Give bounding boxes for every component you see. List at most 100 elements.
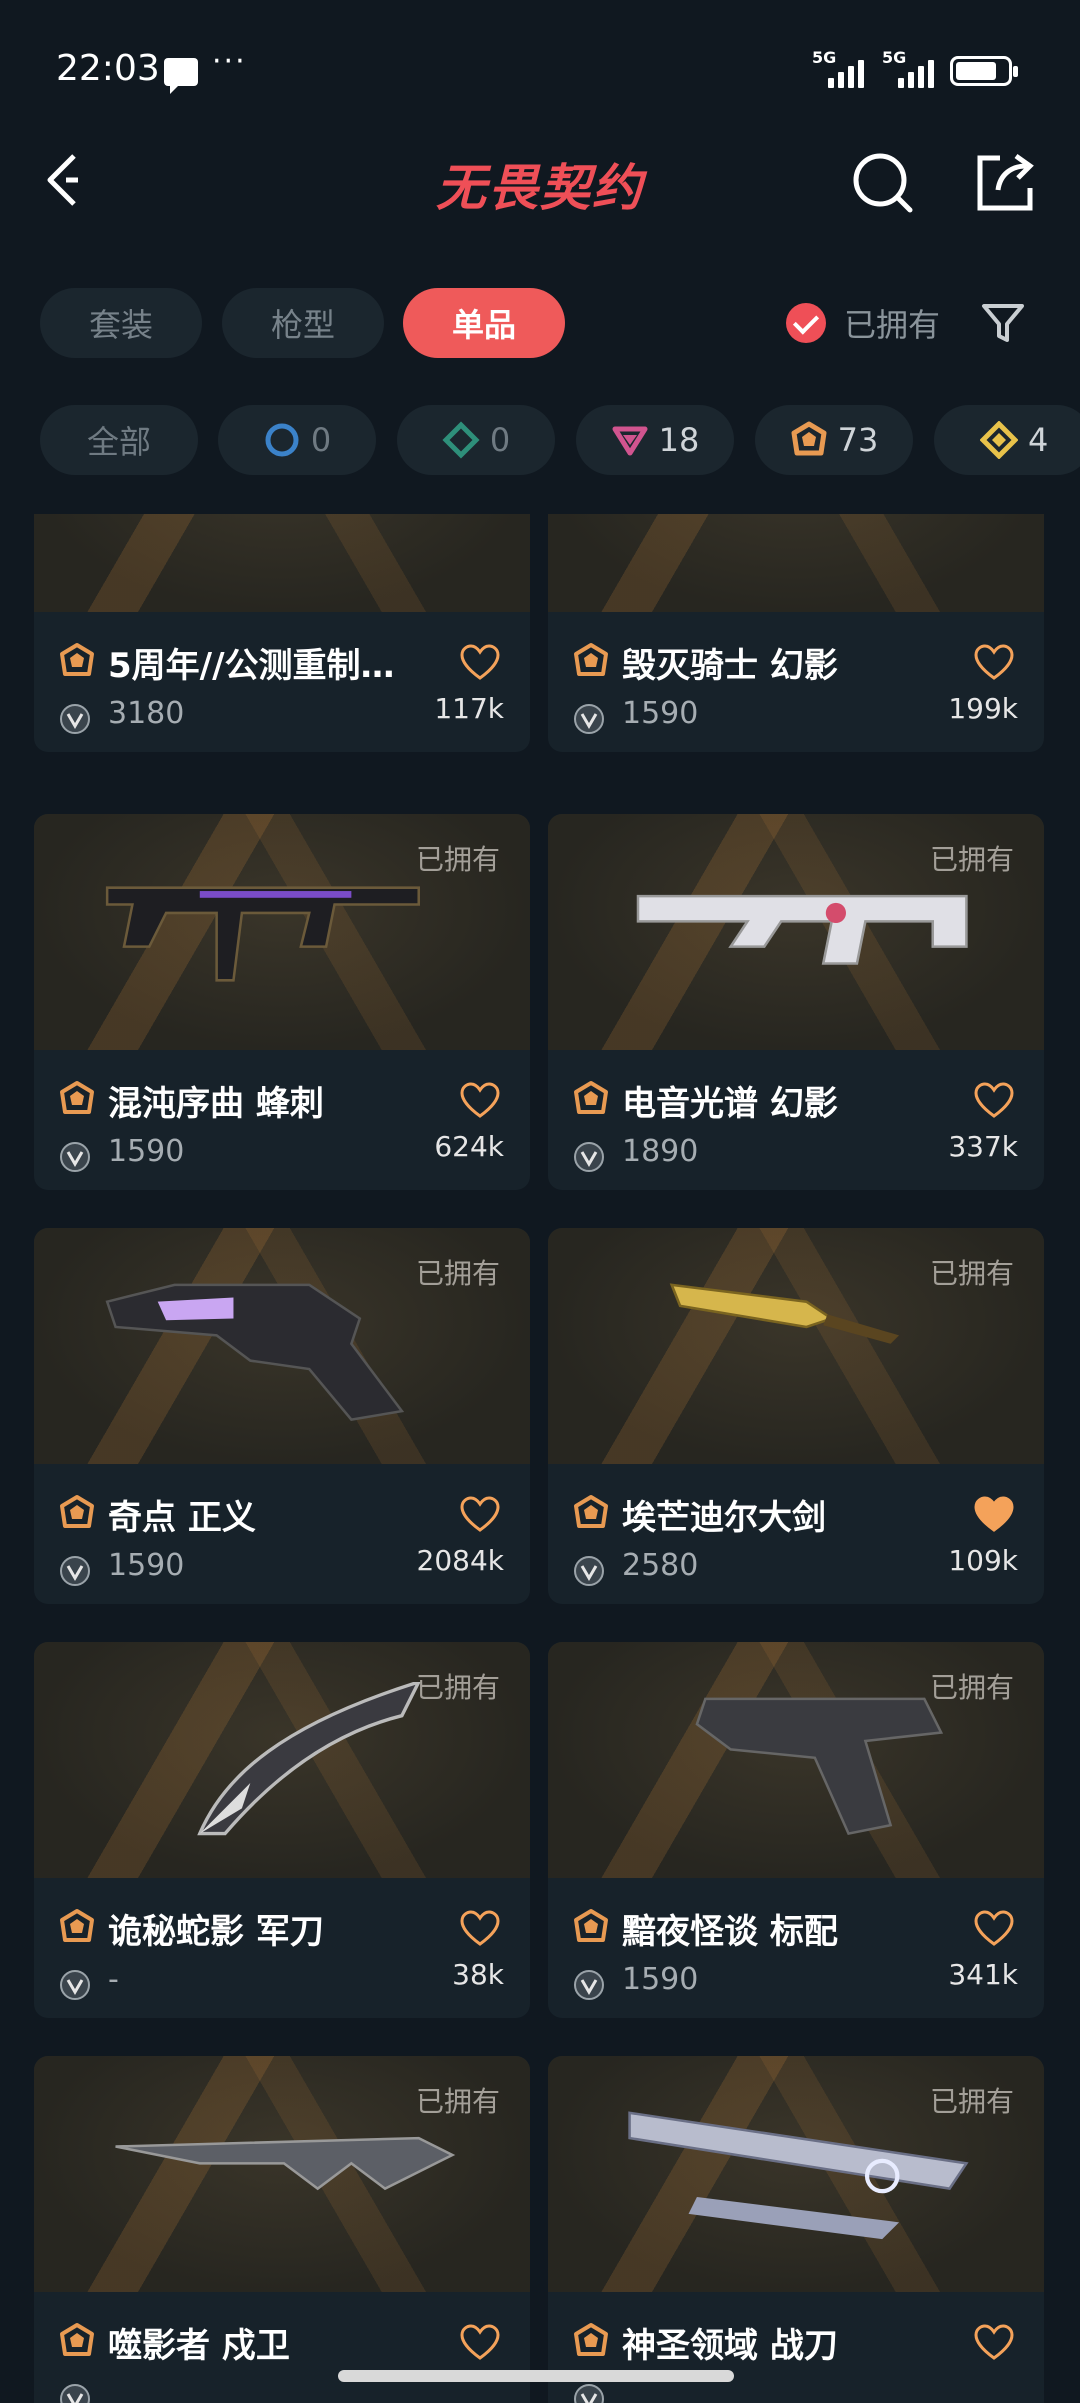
tier-exclusive-icon	[574, 2323, 608, 2356]
vp-currency-icon	[60, 1142, 90, 1172]
tier-exclusive-icon	[60, 1081, 94, 1114]
item-price: 1890	[622, 1134, 699, 1169]
tier-chip-exclusive[interactable]: 73	[755, 405, 913, 475]
item-card[interactable]: 已拥有 混沌序曲 蜂刺 1590 624k	[34, 814, 530, 1190]
heart-icon[interactable]	[460, 644, 500, 680]
item-card[interactable]: 已拥有 电音光谱 幻影 1890 337k	[548, 814, 1044, 1190]
heart-icon[interactable]	[974, 1082, 1014, 1118]
item-price: 1590	[622, 696, 699, 731]
tier-ultra-icon	[980, 421, 1018, 459]
tier-exclusive-icon	[574, 1081, 608, 1114]
item-card[interactable]: 已拥有 奇点 正义 1590 2084k	[34, 1228, 530, 1604]
like-count: 38k	[452, 1958, 504, 1991]
heart-icon[interactable]	[974, 644, 1014, 680]
item-image	[548, 514, 1044, 612]
tier-chip-all[interactable]: 全部	[40, 405, 198, 475]
checkmark-icon	[786, 303, 826, 343]
heart-icon[interactable]	[460, 1082, 500, 1118]
share-icon[interactable]	[972, 150, 1038, 216]
item-name: 埃芒迪尔大剑	[622, 1498, 826, 1538]
item-name: 黯夜怪谈 标配	[622, 1912, 838, 1952]
tier-chip-premium[interactable]: 18	[576, 405, 734, 475]
weapon-image	[115, 2136, 456, 2191]
filter-icon[interactable]	[980, 300, 1026, 346]
heart-icon[interactable]	[460, 1496, 500, 1532]
item-name: 5周年//公测重制版...	[108, 646, 408, 686]
item-price: 1590	[622, 1962, 699, 1997]
owned-filter-toggle[interactable]: 已拥有	[786, 298, 940, 348]
weapon-image	[598, 514, 998, 576]
search-icon[interactable]	[850, 150, 916, 216]
like-count: 341k	[948, 1958, 1018, 1991]
heart-icon[interactable]	[460, 1910, 500, 1946]
vp-currency-icon	[574, 1970, 604, 2000]
tab-single-items[interactable]: 单品	[403, 288, 565, 358]
tier-chip-count: 18	[658, 421, 700, 459]
tier-chip-label: 全部	[86, 423, 151, 461]
tier-exclusive-icon	[60, 2323, 94, 2356]
item-price: 2580	[622, 1548, 699, 1583]
item-price: 1590	[108, 1548, 185, 1583]
vp-currency-icon	[574, 1556, 604, 1586]
tier-deluxe-icon	[442, 421, 480, 459]
heart-icon[interactable]	[974, 2324, 1014, 2360]
tier-chip-deluxe[interactable]: 0	[397, 405, 555, 475]
tier-exclusive-icon	[60, 1909, 94, 1942]
page-title: 无畏契约	[436, 159, 644, 217]
item-price: -	[108, 1962, 119, 1997]
item-card[interactable]: 毁灭骑士 幻影 1590 199k	[548, 514, 1044, 752]
vp-currency-icon	[574, 2384, 604, 2403]
weapon-image	[84, 514, 484, 576]
network-label-2: 5G	[882, 48, 907, 67]
weapon-image	[695, 1697, 944, 1836]
clock: 22:03	[56, 48, 160, 89]
tier-chip-count: 73	[837, 421, 879, 459]
weapon-image	[105, 1283, 405, 1421]
battery-icon	[950, 56, 1018, 86]
owned-tag: 已拥有	[929, 843, 1014, 876]
like-count: 337k	[948, 1130, 1018, 1163]
owned-tag: 已拥有	[929, 1257, 1014, 1290]
item-card[interactable]: 已拥有 诡秘蛇影 军刀 - 38k	[34, 1642, 530, 2018]
item-name: 电音光谱 幻影	[622, 1084, 838, 1124]
tier-chip-count: 0	[489, 421, 511, 459]
vp-currency-icon	[574, 704, 604, 734]
heart-icon[interactable]	[974, 1910, 1014, 1946]
like-count: 109k	[948, 1544, 1018, 1577]
vp-currency-icon	[60, 1970, 90, 2000]
item-card[interactable]: 已拥有 噬影者 戍卫	[34, 2056, 530, 2403]
more-notifications-icon: ···	[212, 44, 247, 79]
weapon-image	[669, 1283, 900, 1344]
item-card[interactable]: 5周年//公测重制版... 3180 117k	[34, 514, 530, 752]
tab-bundles[interactable]: 套装	[40, 288, 202, 358]
tier-exclusive-icon	[574, 643, 608, 676]
tier-select-icon	[265, 423, 299, 457]
home-indicator[interactable]	[338, 2370, 734, 2382]
tier-exclusive-icon	[60, 643, 94, 676]
tab-weapon-type[interactable]: 枪型	[222, 288, 384, 358]
tier-exclusive-icon	[574, 1909, 608, 1942]
weapon-image	[628, 2111, 969, 2240]
tier-chip-ultra[interactable]: 4	[934, 405, 1080, 475]
tier-exclusive-icon	[791, 421, 827, 456]
tier-premium-icon	[612, 426, 648, 456]
owned-tag: 已拥有	[929, 2085, 1014, 2118]
item-card[interactable]: 已拥有 神圣领域 战刀	[548, 2056, 1044, 2403]
owned-tag: 已拥有	[415, 843, 500, 876]
tier-chip-select[interactable]: 0	[218, 405, 376, 475]
owned-tag: 已拥有	[415, 1671, 500, 1704]
vp-currency-icon	[60, 704, 90, 734]
item-name: 毁灭骑士 幻影	[622, 646, 838, 686]
item-card[interactable]: 已拥有 黯夜怪谈 标配 1590 341k	[548, 1642, 1044, 2018]
vp-currency-icon	[60, 1556, 90, 1586]
item-card[interactable]: 已拥有 埃芒迪尔大剑 2580 109k	[548, 1228, 1044, 1604]
message-icon	[164, 58, 198, 94]
owned-tag: 已拥有	[415, 2085, 500, 2118]
item-name: 神圣领域 战刀	[622, 2326, 838, 2366]
weapon-image	[105, 886, 420, 982]
item-name: 噬影者 戍卫	[108, 2326, 290, 2366]
heart-icon[interactable]	[460, 2324, 500, 2360]
status-bar: 22:03 ··· 5G 5G	[0, 0, 1080, 140]
signal-icon: 5G	[812, 48, 864, 88]
heart-filled-icon[interactable]	[974, 1496, 1014, 1532]
